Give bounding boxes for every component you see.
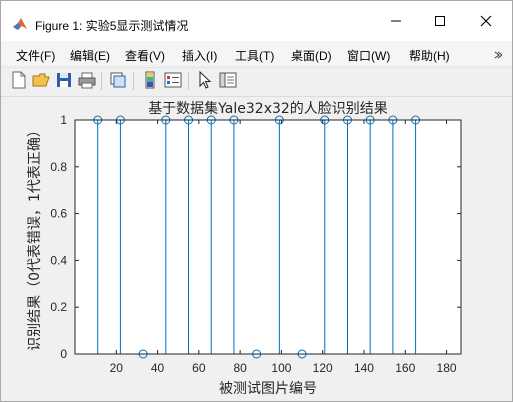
chart-title: 基于数据集Yale32x32的人脸识别结果 bbox=[148, 100, 388, 117]
save-icon[interactable] bbox=[55, 71, 73, 89]
x-tick-label: 160 bbox=[395, 361, 415, 375]
maximize-icon bbox=[435, 16, 445, 26]
menu-tools[interactable]: 工具(T) bbox=[235, 47, 274, 64]
link-plot-icon[interactable] bbox=[109, 71, 127, 89]
property-inspector-icon[interactable] bbox=[219, 71, 237, 89]
menu-file[interactable]: 文件(F) bbox=[16, 47, 55, 64]
pointer-arrow-icon[interactable] bbox=[196, 71, 214, 89]
x-tick-label: 20 bbox=[110, 361, 124, 375]
menu-overflow-icon[interactable] bbox=[494, 51, 502, 59]
maximize-button[interactable] bbox=[417, 1, 463, 41]
x-tick-label: 100 bbox=[271, 361, 291, 375]
matlab-logo-icon bbox=[13, 18, 27, 30]
x-tick-label: 60 bbox=[192, 361, 206, 375]
legend-icon[interactable] bbox=[164, 71, 182, 89]
minimize-button[interactable] bbox=[373, 1, 419, 41]
y-tick-label: 0.2 bbox=[50, 300, 67, 314]
toolbar-separator bbox=[133, 72, 134, 90]
x-tick-label: 80 bbox=[233, 361, 247, 375]
new-file-icon[interactable] bbox=[10, 71, 28, 89]
figure-window: Figure 1: 实验5显示测试情况 文件(F) 编辑(E) 查看(V) 插入… bbox=[0, 0, 513, 402]
menu-help[interactable]: 帮助(H) bbox=[409, 47, 450, 64]
minimize-icon bbox=[391, 20, 401, 22]
menu-window[interactable]: 窗口(W) bbox=[347, 47, 390, 64]
menu-insert[interactable]: 插入(I) bbox=[182, 47, 217, 64]
window-title: Figure 1: 实验5显示测试情况 bbox=[35, 19, 189, 33]
toolbar-separator bbox=[101, 72, 102, 90]
print-icon[interactable] bbox=[78, 71, 96, 89]
figure-area: 20 40 60 80 100 120 140 160 180 0 0.2 0.4 0.6 0.8 1 基于… bbox=[1, 97, 512, 401]
y-tick-label: 1 bbox=[60, 113, 67, 127]
x-tick-label: 40 bbox=[151, 361, 165, 375]
y-tick-label: 0 bbox=[60, 347, 67, 361]
colorbar-icon[interactable] bbox=[141, 71, 159, 89]
x-tick-label: 120 bbox=[313, 361, 333, 375]
close-icon bbox=[480, 15, 492, 27]
stem-chart[interactable]: 20 40 60 80 100 120 140 160 180 0 0.2 0.4 0.6 0.8 1 基于… bbox=[1, 97, 512, 401]
x-tick-label: 180 bbox=[437, 361, 457, 375]
open-folder-icon[interactable] bbox=[32, 71, 50, 89]
plot-area bbox=[75, 120, 461, 354]
y-tick-label: 0.4 bbox=[50, 253, 67, 267]
x-axis-label: 被测试图片编号 bbox=[219, 381, 317, 397]
y-tick-label: 0.6 bbox=[50, 207, 67, 221]
toolbar-separator bbox=[188, 72, 189, 90]
x-tick-label: 140 bbox=[354, 361, 374, 375]
close-button[interactable] bbox=[463, 1, 509, 41]
menu-view[interactable]: 查看(V) bbox=[125, 47, 165, 64]
menu-edit[interactable]: 编辑(E) bbox=[70, 47, 110, 64]
y-axis-label: 识别结果（0代表错误，1代表正确） bbox=[27, 123, 43, 351]
menu-desktop[interactable]: 桌面(D) bbox=[291, 47, 332, 64]
y-tick-label: 0.8 bbox=[50, 160, 67, 174]
title-bar[interactable]: Figure 1: 实验5显示测试情况 bbox=[1, 1, 512, 41]
